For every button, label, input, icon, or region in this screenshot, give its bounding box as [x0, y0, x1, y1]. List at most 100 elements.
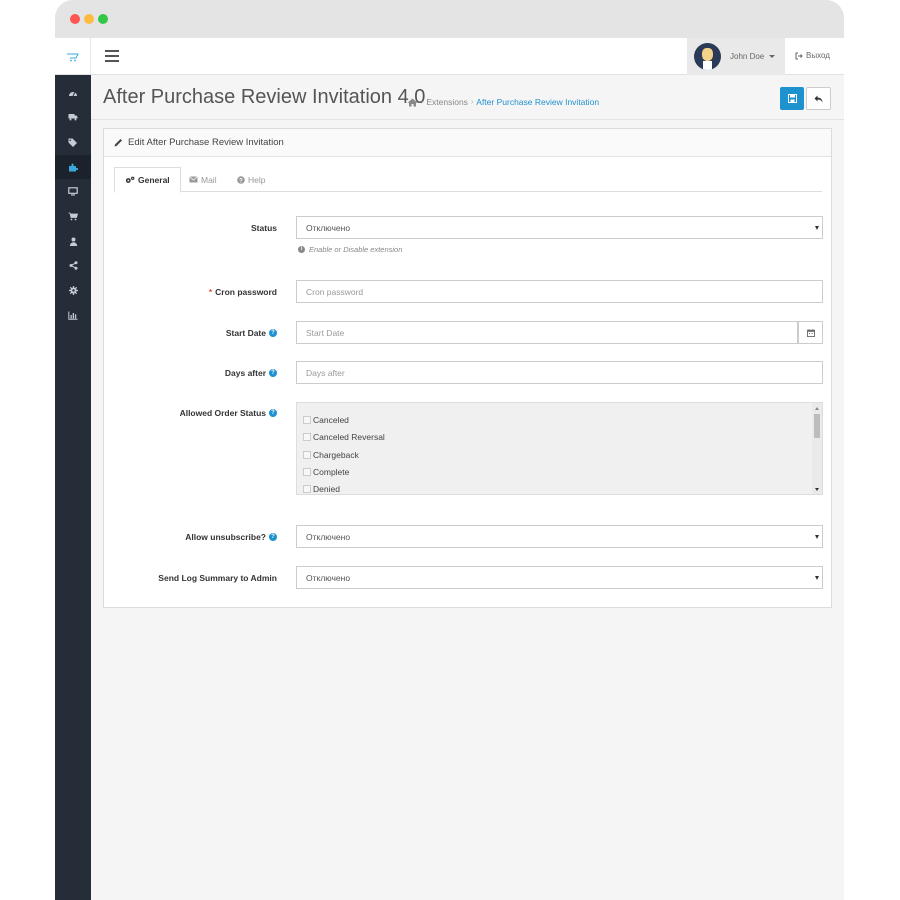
edit-panel: Edit After Purchase Review Invitation Ge… [103, 128, 832, 608]
breadcrumb-extensions[interactable]: Extensions [426, 97, 468, 107]
user-name: John Doe [730, 52, 765, 61]
option-label: Canceled Reversal [313, 432, 385, 442]
breadcrumb-separator: › [421, 98, 424, 106]
menu-toggle-icon[interactable] [105, 50, 119, 62]
help-icon[interactable]: ? [269, 328, 277, 337]
extensions-puzzle-icon [69, 163, 78, 171]
list-item[interactable]: Complete [303, 465, 349, 479]
calendar-icon [806, 328, 815, 337]
back-button[interactable] [806, 87, 831, 110]
sidebar-item-reports[interactable] [55, 303, 91, 327]
home-icon[interactable] [407, 98, 418, 107]
sidebar-item-system[interactable] [55, 278, 91, 302]
sidebar-item-catalog[interactable] [55, 105, 91, 129]
tab-mail[interactable]: Mail [179, 167, 227, 192]
list-item[interactable]: Canceled Reversal [303, 430, 385, 444]
sidebar-item-customers[interactable] [55, 229, 91, 253]
info-circle-icon: i [298, 246, 305, 253]
save-icon [787, 94, 797, 103]
checkbox[interactable] [303, 451, 311, 459]
logout-label: Выход [806, 51, 830, 60]
reports-chart-icon [68, 311, 78, 320]
cron-password-input[interactable]: Cron password [296, 280, 823, 303]
admin-header: John Doe Выход [55, 38, 844, 75]
tab-help[interactable]: ? Help [227, 167, 275, 192]
dashboard-icon [69, 91, 77, 97]
calendar-button[interactable] [798, 321, 823, 344]
list-item[interactable]: Canceled [303, 413, 349, 427]
maximize-window-button[interactable] [98, 14, 108, 24]
status-hint: i Enable or Disable extension [298, 245, 402, 254]
divider [91, 119, 844, 120]
help-icon[interactable]: ? [269, 532, 277, 541]
sidebar-item-design[interactable] [55, 179, 91, 203]
design-monitor-icon [68, 186, 78, 195]
cart-logo-icon [66, 53, 79, 61]
user-dropdown[interactable]: John Doe [687, 38, 785, 75]
save-button[interactable] [780, 87, 804, 110]
checkbox[interactable] [303, 485, 311, 493]
checkbox[interactable] [303, 416, 311, 424]
send-log-summary-label: Send Log Summary to Admin [107, 566, 277, 589]
status-label: Status [107, 216, 277, 239]
share-icon [69, 260, 77, 270]
logout-link[interactable]: Выход [795, 51, 830, 60]
chevron-down-icon [769, 55, 776, 58]
send-log-summary-select[interactable]: Отключено [296, 566, 823, 589]
checkbox[interactable] [303, 468, 311, 476]
send-log-summary-value: Отключено [306, 572, 351, 583]
list-item[interactable]: Chargeback [303, 448, 359, 462]
catalog-truck-icon [68, 114, 78, 121]
checkbox[interactable] [303, 433, 311, 441]
scroll-up-icon[interactable] [815, 407, 819, 410]
option-label: Complete [313, 467, 350, 477]
scroll-thumb[interactable] [814, 414, 820, 438]
sidebar-item-sales[interactable] [55, 204, 91, 228]
page-title: After Purchase Review Invitation 4.0 [103, 86, 426, 108]
status-label-text: Status [251, 222, 277, 233]
option-label: Chargeback [313, 450, 359, 460]
allowed-order-status-label: Allowed Order Status? [107, 406, 277, 420]
close-window-button[interactable] [70, 14, 80, 24]
option-label: Denied [313, 484, 340, 494]
tab-general[interactable]: General [114, 167, 181, 193]
start-date-input[interactable]: Start Date [296, 321, 798, 344]
tab-bar: General Mail ? Help [114, 167, 822, 193]
sidebar-item-extensions[interactable] [55, 155, 91, 179]
tab-label: General [138, 175, 170, 185]
breadcrumb-current[interactable]: After Purchase Review Invitation [476, 97, 599, 107]
panel-heading-text: Edit After Purchase Review Invitation [128, 137, 284, 148]
allow-unsubscribe-value: Отключено [306, 531, 351, 542]
status-select[interactable]: Отключено [296, 216, 823, 239]
cron-password-placeholder: Cron password [306, 286, 364, 297]
allow-unsubscribe-label-text: Allow unsubscribe? [185, 531, 266, 542]
sidebar-item-marketing[interactable] [55, 253, 91, 277]
cart-icon [68, 212, 78, 220]
list-item[interactable]: Denied [303, 482, 340, 494]
allowed-order-status-list[interactable]: Canceled Canceled Reversal Chargeback Co… [296, 402, 823, 495]
minimize-window-button[interactable] [84, 14, 94, 24]
cron-password-label: * Cron password [107, 280, 277, 303]
start-date-label-text: Start Date [225, 327, 266, 338]
start-date-placeholder: Start Date [306, 327, 345, 338]
allow-unsubscribe-label: Allow unsubscribe?? [107, 525, 277, 548]
help-icon[interactable]: ? [269, 409, 277, 417]
scrollbar[interactable] [812, 403, 822, 494]
days-after-input[interactable]: Days after [296, 361, 823, 384]
logo[interactable] [55, 38, 91, 75]
avatar [694, 43, 721, 70]
tab-label: Mail [201, 174, 217, 185]
start-date-label: Start Date? [107, 321, 277, 344]
breadcrumb-separator: › [470, 98, 474, 106]
scroll-down-icon[interactable] [815, 488, 819, 491]
customer-icon [69, 237, 77, 246]
panel-heading: Edit After Purchase Review Invitation [104, 129, 831, 157]
sidebar-item-tags[interactable] [55, 130, 91, 154]
required-marker: * [208, 286, 213, 297]
help-icon[interactable]: ? [269, 368, 277, 377]
sidebar-item-dashboard[interactable] [55, 81, 91, 105]
question-circle-icon: ? [237, 175, 245, 184]
send-log-summary-label-text: Send Log Summary to Admin [158, 572, 277, 583]
allow-unsubscribe-select[interactable]: Отключено [296, 525, 823, 548]
days-after-placeholder: Days after [306, 367, 345, 378]
